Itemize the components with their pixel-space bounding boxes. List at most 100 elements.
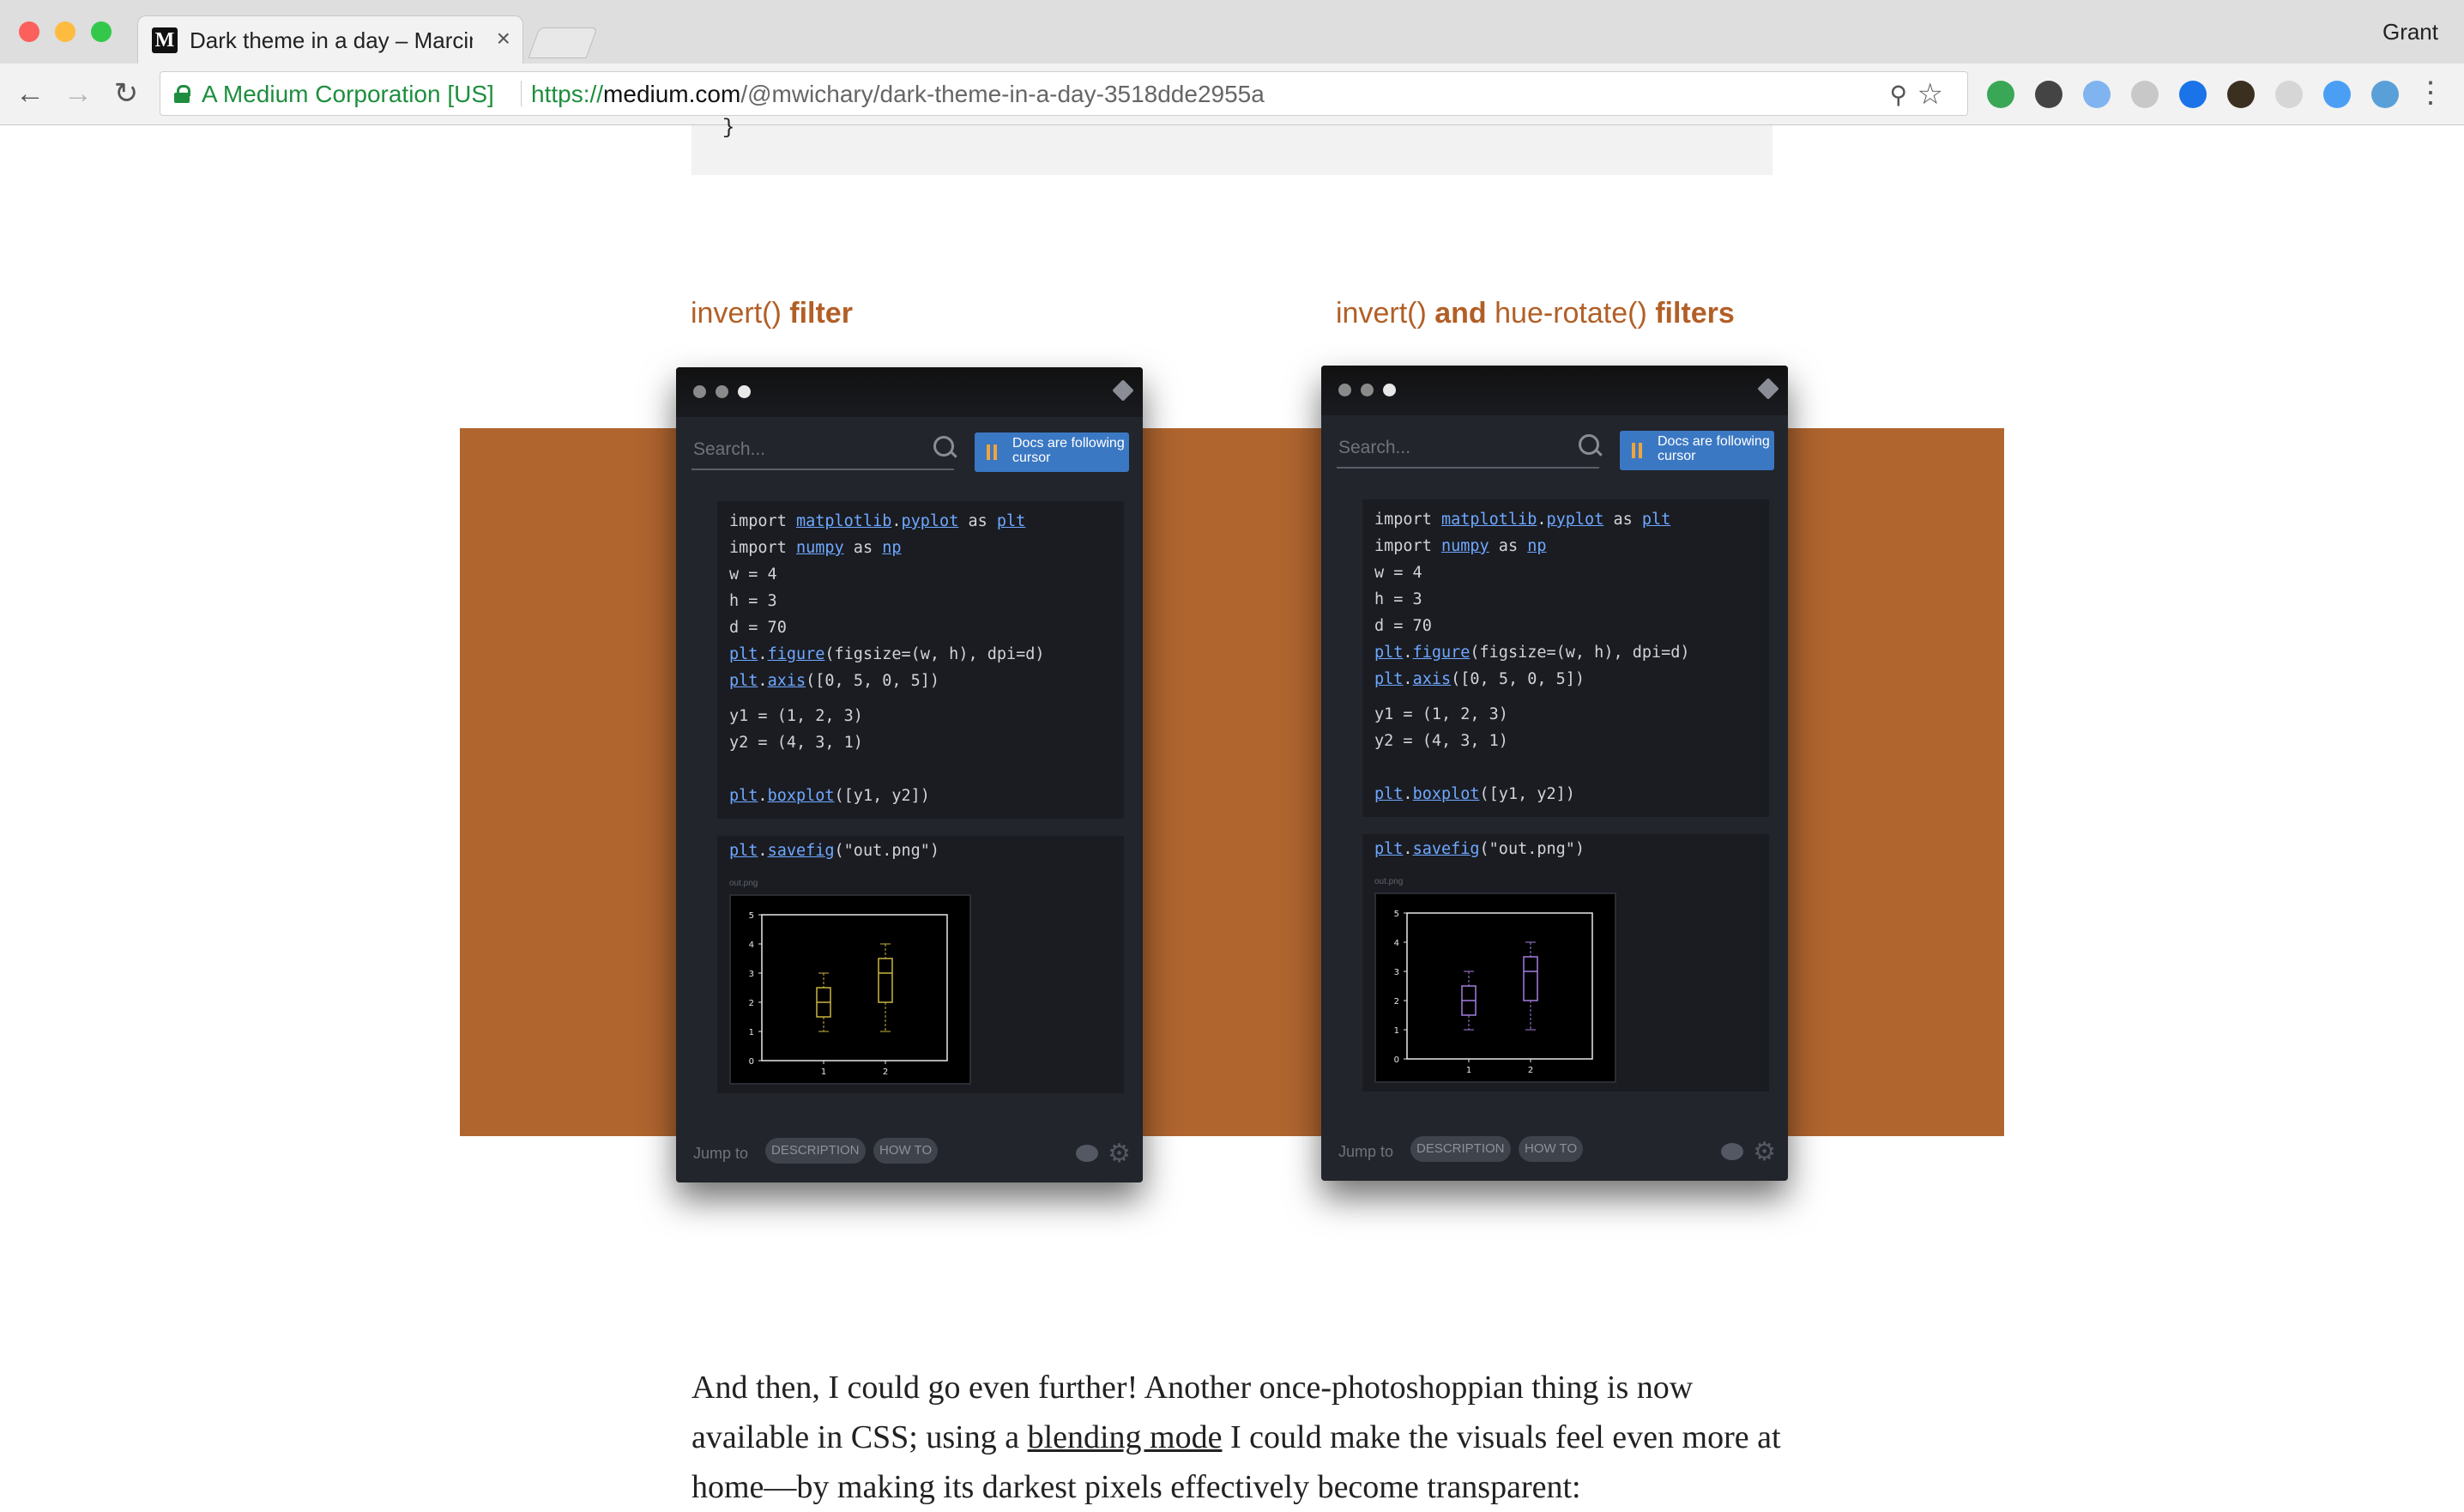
address-bar[interactable]: A Medium Corporation [US] https://medium… (160, 71, 1968, 116)
code-cell: import matplotlib.pyplot as plt import nu… (717, 501, 1124, 819)
chat-icon (1076, 1145, 1098, 1162)
code-line: plt.axis([0, 5, 0, 5]) (729, 672, 940, 690)
browser-chrome: M Dark theme in a day – Marcin W × Grant… (0, 0, 2464, 125)
code-cell: import matplotlib.pyplot as plt import nu… (1362, 499, 1769, 817)
browser-toolbar: ← → ↻ A Medium Corporation [US] https://… (0, 64, 2464, 125)
y-tick-label: 3 (749, 970, 754, 979)
search-placeholder: Search... (693, 439, 766, 459)
y-tick-label: 4 (749, 940, 754, 950)
code-line: plt.figure(figsize=(w, h), dpi=d) (1374, 644, 1690, 662)
window-dot (738, 385, 751, 398)
url-text[interactable]: https://medium.com/@mwichary/dark-theme-… (531, 81, 1265, 108)
docs-following-button: Docs are following cursor (975, 432, 1129, 472)
x-tick-label: 2 (883, 1067, 888, 1077)
y-tick-label: 2 (1394, 997, 1399, 1007)
article-paragraph: And then, I could go even further! Anoth… (691, 1363, 1798, 1512)
code-line: h = 3 (729, 592, 777, 610)
zoom-icon[interactable]: ⚲ (1889, 81, 1907, 109)
back-arrow-icon[interactable]: ← (12, 76, 48, 112)
ext-circle-blue-icon[interactable] (2323, 81, 2351, 108)
browser-menu-icon[interactable]: ⋮ (2416, 76, 2445, 110)
lock-icon (174, 85, 190, 103)
url-scheme: https:// (531, 81, 604, 107)
dark-app-screenshot-invert: Search... Docs are following cursor impo… (676, 367, 1143, 1182)
browser-tab[interactable]: M Dark theme in a day – Marcin W × (137, 15, 523, 64)
y-tick-label: 0 (749, 1057, 754, 1067)
gear-icon: ⚙ (1108, 1140, 1131, 1168)
ext-r-icon[interactable] (2131, 81, 2159, 108)
window-dot (1361, 384, 1374, 396)
boxplot-svg: 0 1 2 3 4 5 1 2 (1394, 910, 1593, 1075)
ext-blue-leaf-icon[interactable] (2083, 81, 2111, 108)
app-titlebar (676, 367, 1143, 417)
bookmark-star-icon[interactable]: ☆ (1917, 77, 1943, 112)
docs-following-button: Docs are following cursor (1620, 431, 1774, 470)
search-icon (933, 436, 954, 457)
y-tick-label: 5 (749, 911, 754, 921)
code-lines: import matplotlib.pyplot as plt import nu… (1374, 506, 1690, 807)
new-tab-button[interactable] (528, 27, 598, 58)
code-line: import matplotlib.pyplot as plt (1374, 511, 1671, 529)
code-line: y2 = (4, 3, 1) (729, 734, 863, 752)
profile-name[interactable]: Grant (2382, 19, 2438, 45)
caption-invert-hue-rotate: invert() and hue-rotate() filters (1336, 297, 1735, 330)
ext-circle-light-icon[interactable] (2371, 81, 2399, 108)
ext-blue-ring-icon[interactable] (2179, 81, 2207, 108)
app-footer: Jump to DESCRIPTION HOW TO ⚙ (676, 1126, 1143, 1182)
code-line: plt.axis([0, 5, 0, 5]) (1374, 670, 1585, 688)
docs-button-label: Docs are following cursor (1658, 434, 1770, 463)
ext-dark-icon[interactable] (2035, 81, 2062, 108)
certificate-org: A Medium Corporation [US] (202, 81, 494, 107)
code-brace: } (722, 117, 735, 140)
window-dot (693, 385, 706, 398)
gear-icon: ⚙ (1753, 1138, 1776, 1166)
y-tick-label: 2 (749, 999, 754, 1008)
chat-icon (1721, 1143, 1743, 1160)
save-line: plt.savefig("out.png") (1374, 840, 1585, 858)
plot-frame (1406, 912, 1593, 1060)
maximize-window-button[interactable] (91, 21, 112, 42)
window-dot (1383, 384, 1396, 396)
caption-fn: invert() (1336, 297, 1427, 330)
close-window-button[interactable] (19, 21, 39, 42)
docs-button-label: Docs are following cursor (1012, 436, 1125, 465)
y-tick-label: 0 (1394, 1055, 1399, 1065)
url-path: /@mwichary/dark-theme-in-a-day-3518dde29… (740, 81, 1265, 107)
ext-shield-icon[interactable] (2275, 81, 2303, 108)
x-tick-label: 1 (1466, 1066, 1471, 1075)
minimize-window-button[interactable] (55, 21, 75, 42)
boxplot-svg: 0 1 2 3 4 5 1 2 (749, 911, 948, 1077)
reload-icon[interactable]: ↻ (108, 76, 144, 112)
app-search-input: Search... (691, 432, 954, 470)
ext-k-icon[interactable] (2227, 81, 2255, 108)
ext-green-icon[interactable] (1987, 81, 2014, 108)
code-block-tail: } (691, 117, 1773, 175)
pause-icon (987, 445, 997, 460)
app-titlebar (1321, 366, 1788, 415)
code-line: plt.boxplot([y1, y2]) (729, 787, 930, 805)
caption-fn: hue-rotate() (1495, 297, 1647, 330)
x-tick-label: 1 (821, 1067, 826, 1077)
how-to-pill: HOW TO (873, 1138, 939, 1164)
pin-icon (1757, 378, 1779, 400)
plot-frame (761, 914, 948, 1061)
caption-word: filter (781, 297, 853, 330)
tab-close-icon[interactable]: × (497, 26, 510, 51)
output-label: out.png (1374, 877, 1404, 886)
window-dot (1338, 384, 1351, 396)
y-tick-label: 4 (1394, 939, 1399, 948)
blending-mode-link[interactable]: blending mode (1028, 1419, 1223, 1455)
search-placeholder: Search... (1338, 438, 1411, 457)
caption-word: and (1426, 297, 1495, 330)
description-pill: DESCRIPTION (1410, 1136, 1511, 1162)
app-footer: Jump to DESCRIPTION HOW TO ⚙ (1321, 1124, 1788, 1181)
y-tick-label: 1 (749, 1028, 754, 1037)
forward-arrow-icon[interactable]: → (60, 76, 96, 112)
save-line: plt.savefig("out.png") (729, 842, 940, 860)
code-line: h = 3 (1374, 590, 1422, 608)
search-icon (1579, 434, 1599, 455)
how-to-pill: HOW TO (1519, 1136, 1584, 1162)
jump-to-label: Jump to (693, 1145, 749, 1162)
